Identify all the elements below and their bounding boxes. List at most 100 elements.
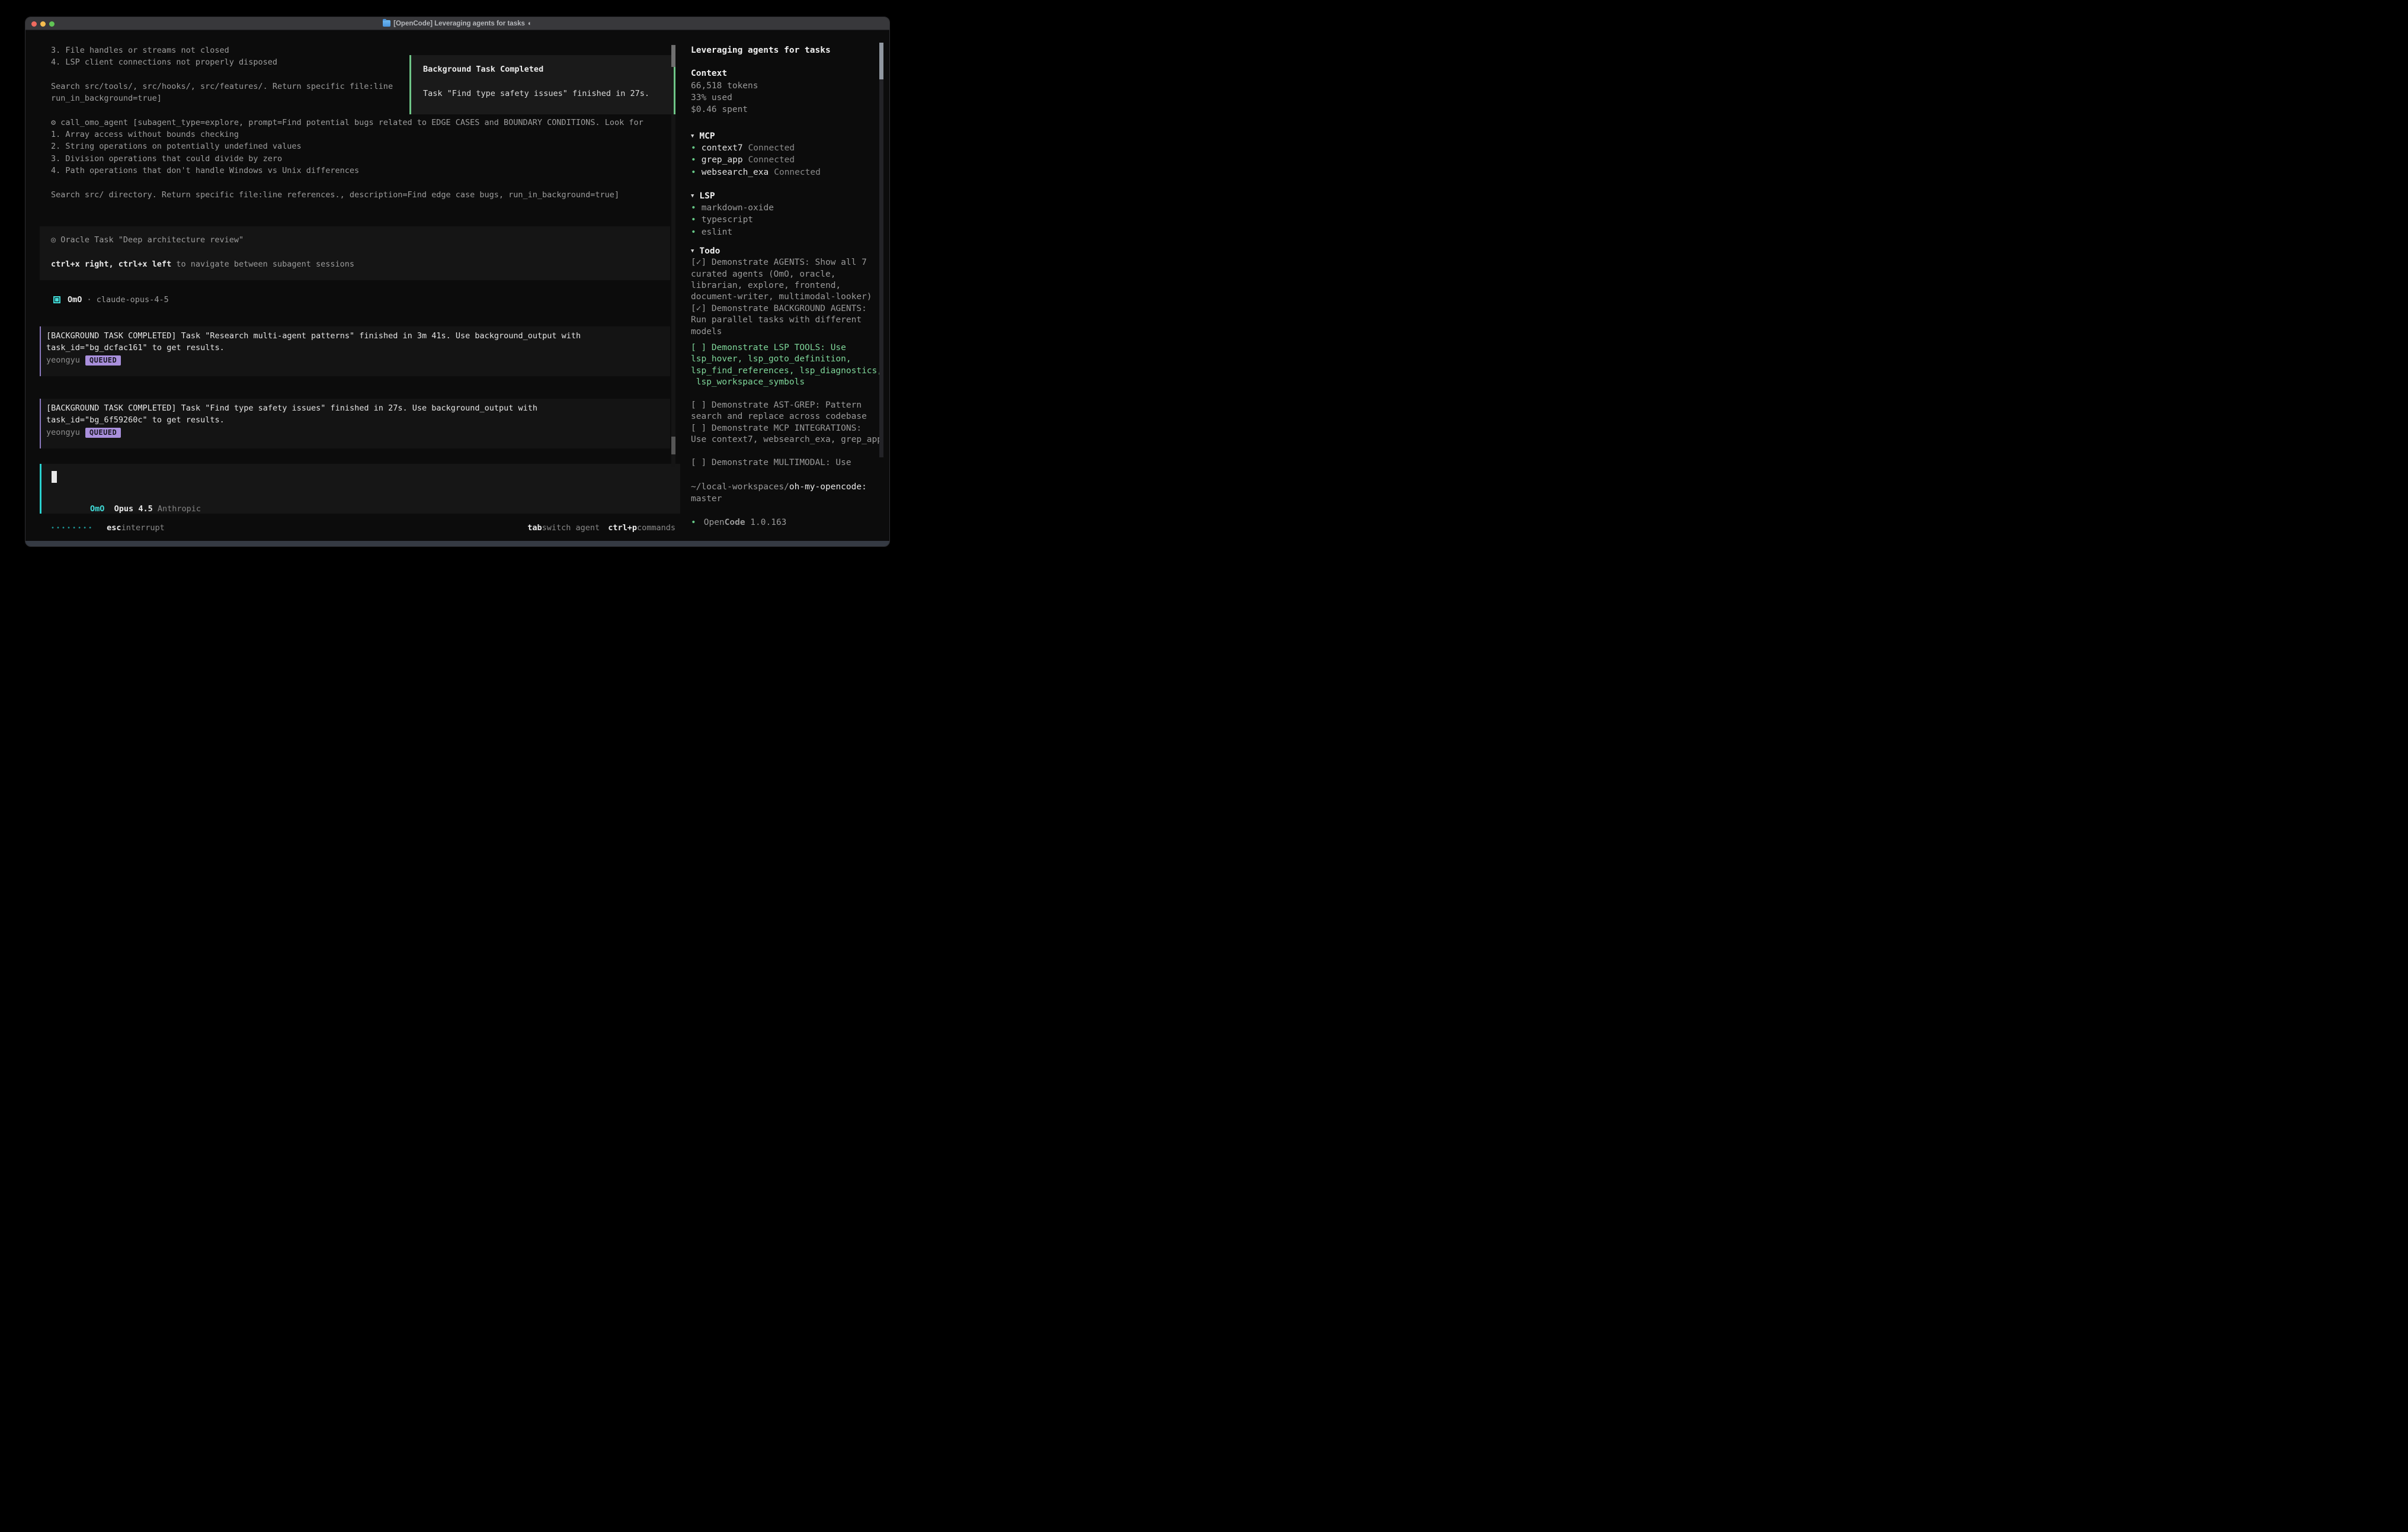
bullet-icon: • [691,203,696,213]
tool-call-text: call_omo_agent [subagent_type=explore, p… [56,118,643,127]
task-message-meta: yeongyu QUEUED [46,427,670,438]
active-agent-label[interactable]: OmO [90,504,104,514]
opencode-window: [OpenCode] Leveraging agents for tasks ◐… [25,17,890,547]
status-badge: QUEUED [85,355,121,366]
mcp-item: • websearch_exa Connected [691,166,885,178]
oracle-task-panel: ◎ Oracle Task "Deep architecture review"… [40,226,670,280]
oracle-task-title: ◎ Oracle Task "Deep architecture review" [51,234,670,246]
mcp-item-name: grep_app [702,155,743,165]
titlebar: [OpenCode] Leveraging agents for tasks ◐ [25,17,889,30]
minimize-button[interactable] [40,21,46,27]
task-message-line2: task_id="bg_6f59260c" to get results. [46,414,670,426]
todo-section-header[interactable]: ▼ Todo [691,245,885,257]
esc-key-hint: esc [107,523,121,533]
todo-pending-line: [ ] Demonstrate MULTIMODAL: Use [691,457,885,469]
todo-pending-line: Use context7, websearch_exa, grep_app [691,434,885,446]
todo-current-line: lsp_workspace_symbols [691,377,885,388]
brand-dim: Open [704,517,725,528]
mcp-section-header[interactable]: ▼ MCP [691,130,885,142]
blank-line [51,177,671,188]
terminal-main-area: 3. File handles or streams not closed 4.… [25,30,680,541]
agent-model: claude-opus-4-5 [97,294,169,306]
author-label: yeongyu [46,355,80,365]
task-message-line1: [BACKGROUND TASK COMPLETED] Task "Resear… [46,330,670,342]
mcp-item-name: context7 [702,143,743,153]
zoom-button[interactable] [49,21,55,27]
todo-current-line: lsp_hover, lsp_goto_definition, [691,354,885,365]
sidebar-scrollbar-thumb[interactable] [879,43,883,79]
bullet-icon: • [691,215,696,225]
lsp-item-name: typescript [702,215,753,225]
todo-done-line: librarian, explore, frontend, [691,280,885,291]
window-title: [OpenCode] Leveraging agents for tasks ◐ [383,20,532,27]
lsp-heading: LSP [699,191,715,201]
todo-pending-line: [ ] Demonstrate MCP INTEGRATIONS: [691,423,885,434]
agent-session-header[interactable]: OmO · claude-opus-4-5 [53,294,169,306]
workspace-path-prefix: ~/local-workspaces/ [691,482,789,492]
target-icon: ◎ [51,235,56,245]
toast-title: Background Task Completed [423,63,674,75]
prompt-input[interactable]: OmO Opus 4.5 Anthropic [40,464,680,514]
sidebar-scrollbar-track[interactable] [879,43,883,457]
window-title-text: [OpenCode] Leveraging agents for tasks [393,20,525,27]
lsp-item-name: markdown-oxide [702,203,774,213]
bullet-icon: • [691,227,696,237]
todo-heading: Todo [699,246,720,256]
version-row: • OpenCode 1.0.163 [691,517,885,528]
lsp-section-header[interactable]: ▼ LSP [691,190,885,202]
bug-list-item: 1. Array access without bounds checking [51,129,671,140]
mcp-item: • grep_app Connected [691,154,885,166]
bullet-icon: • [691,155,696,165]
workspace-path: ~/local-workspaces/oh-my-opencode: [691,481,885,493]
status-dot-icon: • [691,518,696,527]
task-message: [BACKGROUND TASK COMPLETED] Task "Resear… [40,326,670,376]
toast-body: Task "Find type safety issues" finished … [423,88,674,100]
switch-agent-label: switch agent [542,523,600,533]
ctrlp-key-hint: ctrl+p [608,523,637,533]
agent-checkbox-icon [53,296,60,303]
lsp-item: • eslint [691,226,885,238]
interrupt-label: interrupt [121,523,165,533]
model-label: Opus 4.5 [104,504,157,514]
traffic-lights [31,17,55,30]
task-message-line2: task_id="bg_dcfac161" to get results. [46,342,670,354]
session-sidebar: Leveraging agents for tasks Context 66,5… [683,30,890,541]
todo-done-line: document-writer, multimodal-looker) [691,291,885,303]
close-button[interactable] [31,21,37,27]
context-tokens: 66,518 tokens [691,80,885,92]
terminal-tab-icon [383,20,390,27]
lsp-item: • markdown-oxide [691,202,885,214]
chevron-down-icon: ▼ [691,248,694,254]
todo-pending-line: search and replace across codebase [691,411,885,422]
main-scrollbar-thumb[interactable] [671,437,675,454]
mcp-item-name: websearch_exa [702,168,769,177]
task-message: [BACKGROUND TASK COMPLETED] Task "Find t… [40,399,670,448]
todo-current-line: [ ] Demonstrate LSP TOOLS: Use [691,342,885,354]
todo-section: ▼ Todo [✓] Demonstrate AGENTS: Show all … [691,245,885,469]
context-heading: Context [691,68,885,79]
workspace-repo: oh-my-opencode: [789,482,867,492]
blank-line [51,246,670,258]
todo-current-line: lsp_find_references, lsp_diagnostics, [691,366,885,377]
lsp-section: ▼ LSP • markdown-oxide • typescript • es… [691,190,885,238]
background-task-toast: Background Task Completed Task "Find typ… [409,55,675,114]
lsp-item: • typescript [691,214,885,226]
text-cursor [52,471,57,483]
task-message-meta: yeongyu QUEUED [46,354,670,366]
todo-current-item: [ ] Demonstrate LSP TOOLS: Use lsp_hover… [691,342,885,389]
window-bottom-edge [25,541,889,546]
todo-pending-line: [ ] Demonstrate AST-GREP: Pattern [691,400,885,411]
commands-label: commands [637,523,675,533]
chevron-down-icon: ▼ [691,193,694,199]
mcp-heading: MCP [699,132,715,141]
status-badge: QUEUED [85,428,121,438]
brand-bold: Code [725,517,745,528]
tool-call-line: ⚙ call_omo_agent [subagent_type=explore,… [51,117,671,129]
version-number: 1.0.163 [745,517,787,528]
main-scrollbar-thumb[interactable] [671,45,675,67]
author-label: yeongyu [46,428,80,437]
half-circle-icon: ◐ [528,20,532,27]
bug-list-item: 4. Path operations that don't handle Win… [51,165,671,177]
bug-list-item: 3. Division operations that could divide… [51,153,671,165]
task-message-line1: [BACKGROUND TASK COMPLETED] Task "Find t… [46,402,670,414]
